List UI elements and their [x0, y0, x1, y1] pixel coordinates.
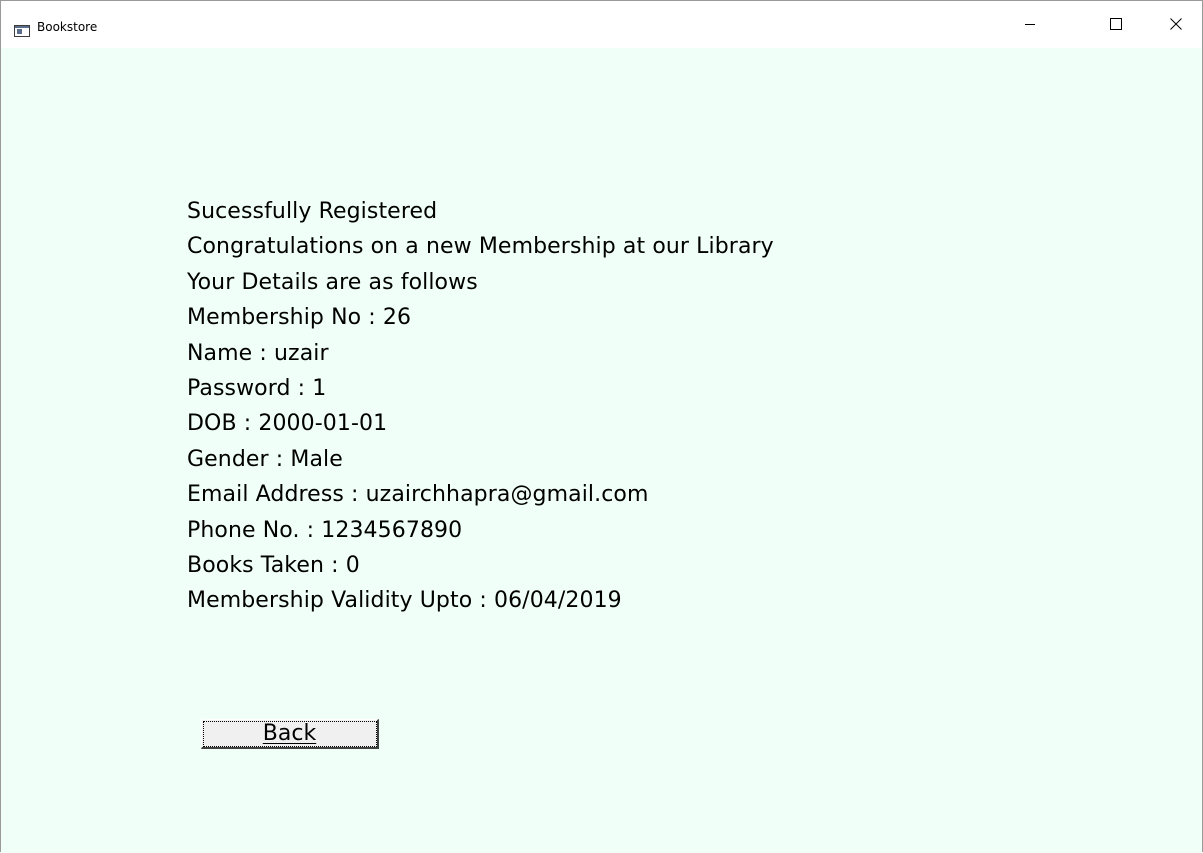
success-heading: Sucessfully Registered	[187, 199, 438, 224]
registration-panel: Sucessfully Registered Congratulations o…	[1, 48, 1202, 853]
close-button[interactable]	[1153, 9, 1199, 39]
membership-validity: Membership Validity Upto : 06/04/2019	[187, 588, 622, 614]
member-email: Email Address : uzairchhapra@gmail.com	[187, 482, 649, 508]
app-window: Bookstore Sucessfully Registered Congrat…	[0, 0, 1203, 853]
member-password: Password : 1	[187, 375, 327, 401]
member-phone: Phone No. : 1234567890	[187, 517, 463, 543]
back-button[interactable]: Back	[201, 719, 379, 749]
maximize-button[interactable]	[1093, 9, 1139, 39]
app-window-icon	[14, 22, 30, 37]
maximize-icon	[1110, 15, 1122, 34]
congratulations-text: Congratulations on a new Membership at o…	[187, 234, 774, 260]
minimize-button[interactable]	[1007, 9, 1053, 39]
membership-number: Membership No : 26	[187, 305, 412, 331]
close-icon	[1170, 15, 1182, 34]
books-taken: Books Taken : 0	[187, 552, 360, 578]
member-gender: Gender : Male	[187, 446, 343, 472]
minimize-icon	[1024, 15, 1036, 34]
member-dob: DOB : 2000-01-01	[187, 411, 388, 437]
window-title: Bookstore	[37, 20, 98, 34]
details-intro: Your Details are as follows	[187, 269, 478, 295]
member-name: Name : uzair	[187, 340, 329, 366]
title-bar[interactable]: Bookstore	[1, 1, 1202, 48]
member-details: Sucessfully Registered Congratulations o…	[187, 197, 774, 622]
